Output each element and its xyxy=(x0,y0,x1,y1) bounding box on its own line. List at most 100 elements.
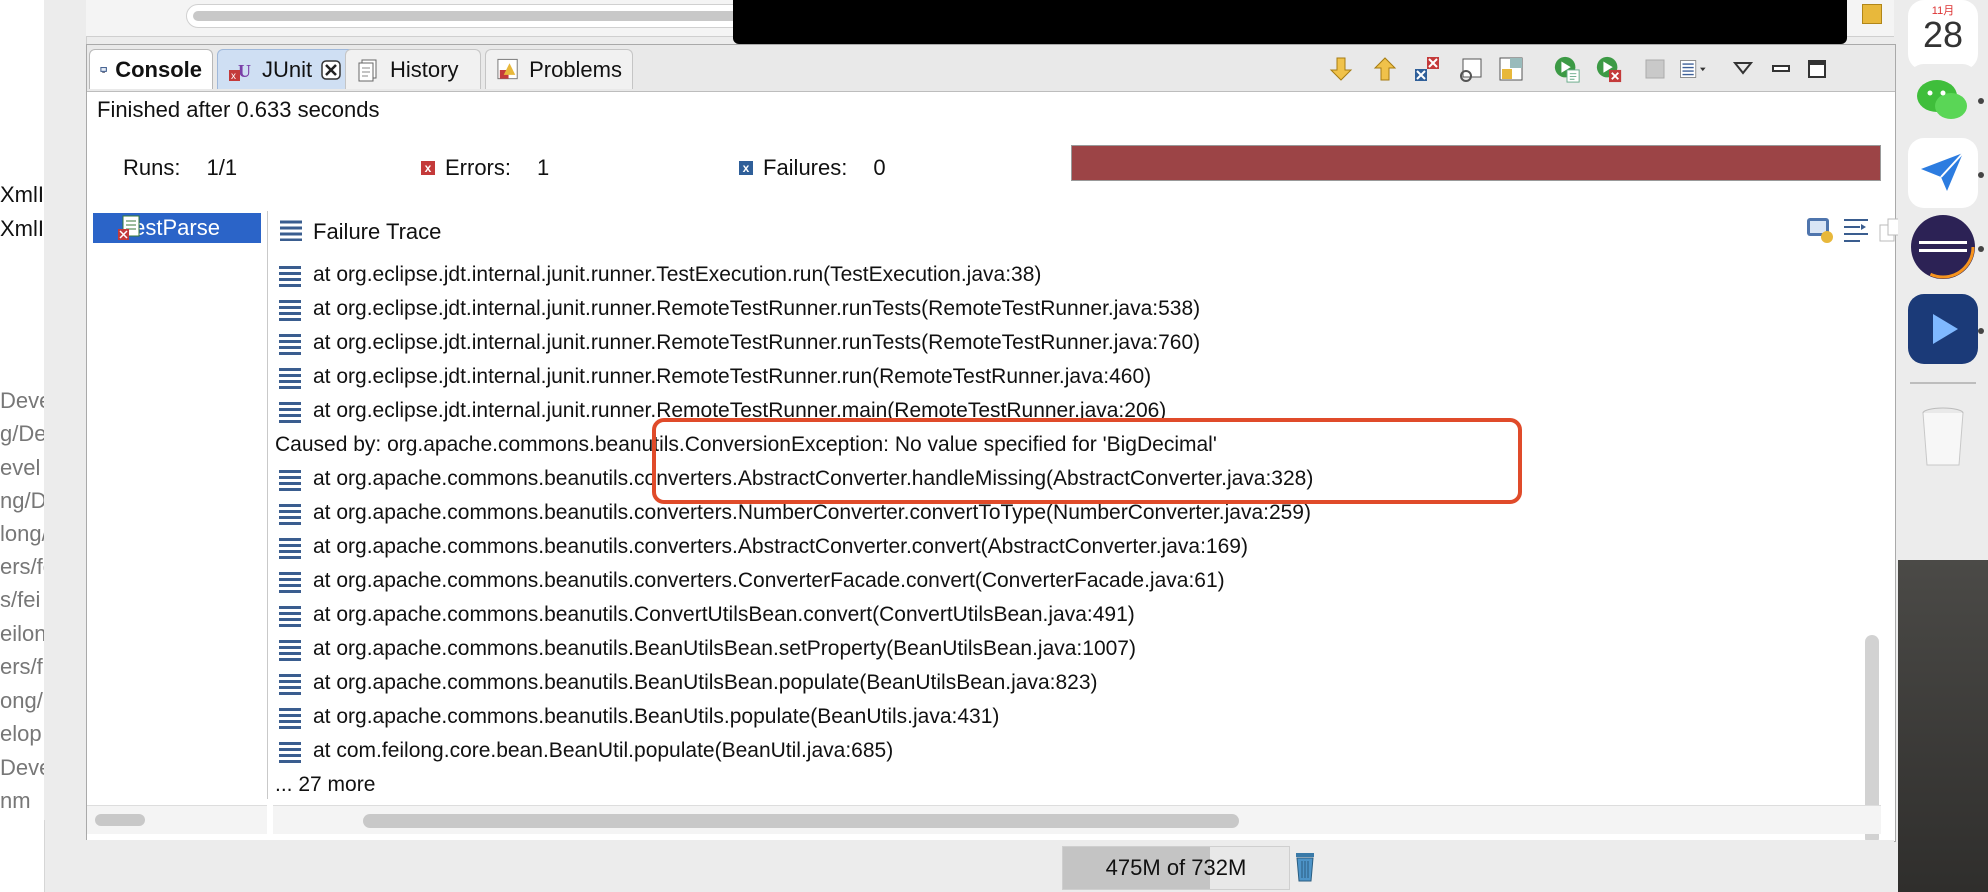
rerun-failed-first-icon[interactable] xyxy=(1595,55,1623,83)
test-progress-bar xyxy=(1071,145,1881,181)
history-menu-icon[interactable] xyxy=(1497,55,1525,83)
compare-result-icon[interactable] xyxy=(1805,215,1835,245)
trace-line-text: at org.eclipse.jdt.internal.junit.runner… xyxy=(313,263,1042,286)
show-failures-only-icon[interactable] xyxy=(1413,55,1441,83)
trace-line-text: at org.apache.commons.beanutils.converte… xyxy=(313,569,1225,592)
file-path-fragment: evel xyxy=(0,455,41,480)
stop-icon[interactable] xyxy=(1641,55,1669,83)
stack-frame-row[interactable]: at org.apache.commons.beanutils.BeanUtil… xyxy=(273,637,1136,661)
stack-frame-row[interactable]: at org.eclipse.jdt.internal.junit.runner… xyxy=(273,331,1200,355)
running-indicator xyxy=(1978,246,1984,252)
wechat-icon[interactable] xyxy=(1908,64,1978,134)
stack-frame-row[interactable]: at org.apache.commons.beanutils.converte… xyxy=(273,569,1225,593)
heap-status[interactable]: 475M of 732M xyxy=(1062,846,1290,890)
next-failure-icon[interactable] xyxy=(1327,55,1355,83)
tree-horizontal-scrollbar[interactable] xyxy=(87,805,267,834)
calendar-icon[interactable]: 11月 28 xyxy=(1908,0,1978,70)
tab-history[interactable]: History xyxy=(345,49,481,89)
trash-icon[interactable] xyxy=(1908,402,1978,472)
redacted-overlay xyxy=(733,0,1847,44)
file-path-fragment: ers/f xyxy=(0,654,43,679)
file-path-fragment: ong/ xyxy=(0,688,43,713)
maximize-icon[interactable] xyxy=(1803,55,1831,83)
run-status-text: Finished after 0.633 seconds xyxy=(97,97,380,122)
error-icon: x xyxy=(421,161,435,175)
runs-label: Runs: xyxy=(123,155,181,180)
file-path-fragment: Deve xyxy=(0,388,44,413)
view-menu-icon[interactable] xyxy=(1729,55,1757,83)
scrollbar-thumb[interactable] xyxy=(95,814,145,826)
stack-frame-row[interactable]: at org.eclipse.jdt.internal.junit.runner… xyxy=(273,365,1151,389)
failures-value: 0 xyxy=(873,155,886,180)
stack-frame-icon xyxy=(279,402,301,423)
trace-line-text: at org.apache.commons.beanutils.converte… xyxy=(313,535,1248,558)
stack-frame-icon xyxy=(279,368,301,389)
trace-line-text: at com.feilong.core.bean.BeanUtil.popula… xyxy=(313,739,894,762)
trace-line-text: at org.apache.commons.beanutils.BeanUtil… xyxy=(313,705,1000,728)
stack-frame-icon xyxy=(279,742,301,763)
stack-frame-icon xyxy=(279,708,301,729)
stack-frame-row[interactable]: at org.apache.commons.beanutils.converte… xyxy=(273,501,1311,525)
stack-frame-row[interactable]: at org.eclipse.jdt.internal.junit.runner… xyxy=(273,263,1041,287)
tab-problems[interactable]: Problems xyxy=(485,49,633,89)
stack-frame-row[interactable]: at org.eclipse.jdt.internal.junit.runner… xyxy=(273,297,1200,321)
trace-line-text: at org.apache.commons.beanutils.converte… xyxy=(313,501,1311,524)
failure-icon: x xyxy=(739,161,753,175)
errors-stat: x Errors: 1 xyxy=(421,155,549,181)
stack-frame-icon xyxy=(279,334,301,355)
stack-frame-row[interactable]: at com.feilong.core.bean.BeanUtil.popula… xyxy=(273,739,893,763)
stack-frame-row[interactable]: at org.apache.commons.beanutils.ConvertU… xyxy=(273,603,1135,627)
stack-frame-icon xyxy=(279,640,301,661)
mail-bird-icon[interactable] xyxy=(1908,138,1978,208)
eclipse-icon[interactable] xyxy=(1908,212,1978,282)
tree-item-test[interactable]: testParse xyxy=(93,213,261,243)
file-path-fragment: ers/fe xyxy=(0,554,44,579)
running-indicator xyxy=(1978,172,1984,178)
filter-stack-trace-icon[interactable] xyxy=(1841,215,1871,245)
stack-frame-row[interactable]: at org.apache.commons.beanutils.converte… xyxy=(273,535,1248,559)
annotation-highlight-box xyxy=(652,418,1522,504)
previous-failure-icon[interactable] xyxy=(1371,55,1399,83)
editor-horizontal-scrollbar[interactable] xyxy=(186,4,768,28)
dock-separator xyxy=(1910,382,1976,384)
scrollbar-thumb[interactable] xyxy=(363,814,1239,828)
scroll-lock-icon[interactable] xyxy=(1457,55,1485,83)
progress-fill xyxy=(1072,146,1880,180)
close-icon[interactable] xyxy=(320,59,342,81)
file-path-fragment: s/fei xyxy=(0,587,41,612)
calendar-day: 28 xyxy=(1922,14,1964,55)
stack-frame-icon xyxy=(279,300,301,321)
tab-console[interactable]: Console xyxy=(89,49,213,89)
mac-dock: 11月 28 xyxy=(1898,0,1988,892)
stack-frame-row[interactable]: at org.apache.commons.beanutils.BeanUtil… xyxy=(273,705,999,729)
stack-frame-row[interactable]: at org.apache.commons.beanutils.BeanUtil… xyxy=(273,671,1098,695)
more-frames-row[interactable]: ... 27 more xyxy=(275,773,375,797)
runs-value: 1/1 xyxy=(206,155,238,180)
stack-frame-icon xyxy=(279,606,301,627)
trace-line-text: at org.eclipse.jdt.internal.junit.runner… xyxy=(313,331,1201,354)
trace-line-text: at org.apache.commons.beanutils.BeanUtil… xyxy=(313,671,1098,694)
garbage-collect-button[interactable] xyxy=(1290,846,1320,888)
errors-value: 1 xyxy=(537,155,550,180)
video-player-icon[interactable] xyxy=(1908,294,1978,364)
stack-frame-icon xyxy=(279,266,301,287)
running-indicator xyxy=(1978,98,1984,104)
file-path-fragment: g/De xyxy=(0,421,44,446)
test-error-icon xyxy=(118,215,140,240)
stack-frame-icon xyxy=(279,538,301,559)
layout-menu-icon[interactable] xyxy=(1679,55,1707,83)
status-bar xyxy=(86,840,1894,892)
trace-horizontal-scrollbar[interactable] xyxy=(273,805,1881,834)
minimize-icon[interactable] xyxy=(1767,55,1795,83)
running-indicator xyxy=(1978,328,1984,334)
console-icon xyxy=(100,66,107,73)
history-icon xyxy=(358,59,377,81)
stack-trace-icon xyxy=(280,220,302,241)
stack-frame-icon xyxy=(279,470,301,491)
file-path-fragment: XmlI xyxy=(0,182,44,207)
scrollbar-thumb[interactable] xyxy=(193,11,753,21)
rerun-icon[interactable] xyxy=(1553,55,1581,83)
left-gutter: XmlI XmlI Deve g/De evel ng/D long/I ers/fe s/fe… xyxy=(0,0,45,892)
file-path-fragment: long/I xyxy=(0,521,44,546)
tab-junit[interactable]: Ux JUnit xyxy=(217,49,357,89)
